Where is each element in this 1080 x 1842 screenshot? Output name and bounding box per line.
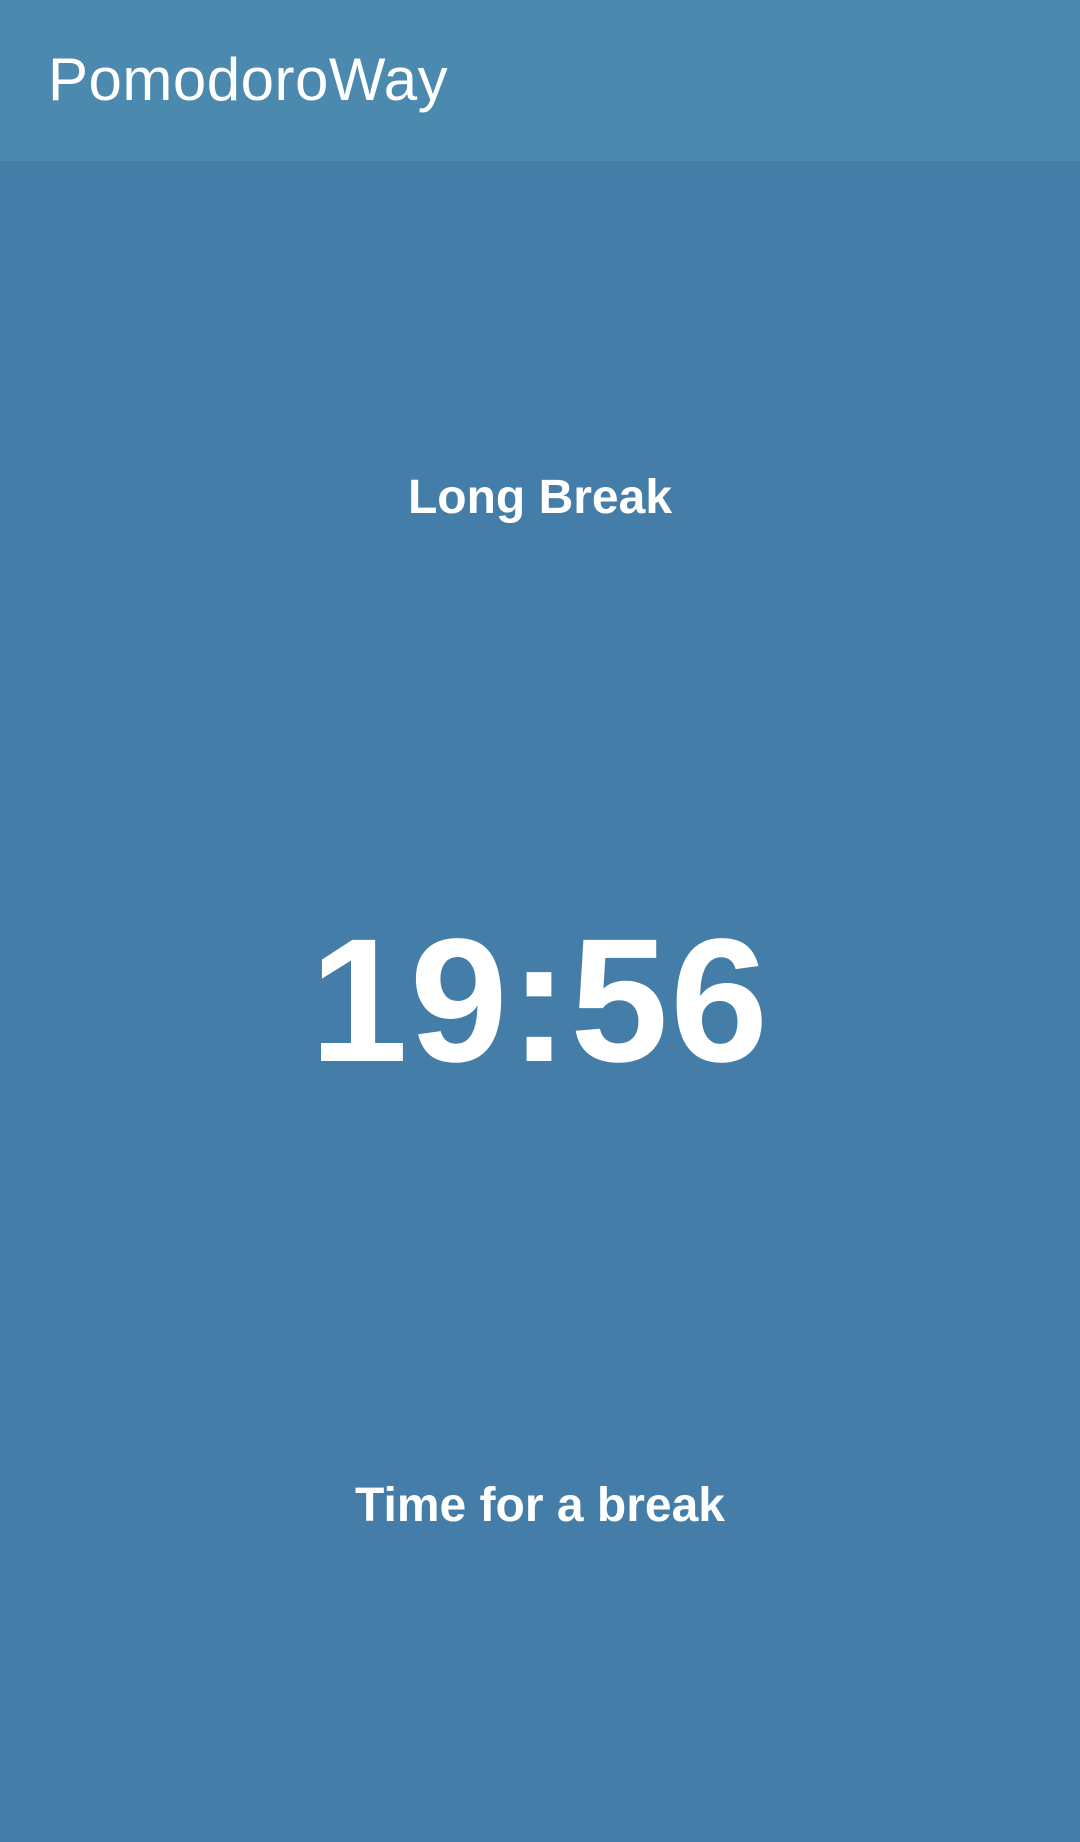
app-title: PomodoroWay (48, 46, 449, 113)
timer-mode-label: Long Break (407, 471, 673, 524)
status-message: Time for a break (355, 1479, 725, 1532)
countdown-timer[interactable]: 19:56 (0, 901, 1080, 1101)
timer-screen[interactable]: Long Break 19:56 Time for a break (0, 161, 1080, 1842)
app-bar: PomodoroWay (0, 0, 1080, 161)
